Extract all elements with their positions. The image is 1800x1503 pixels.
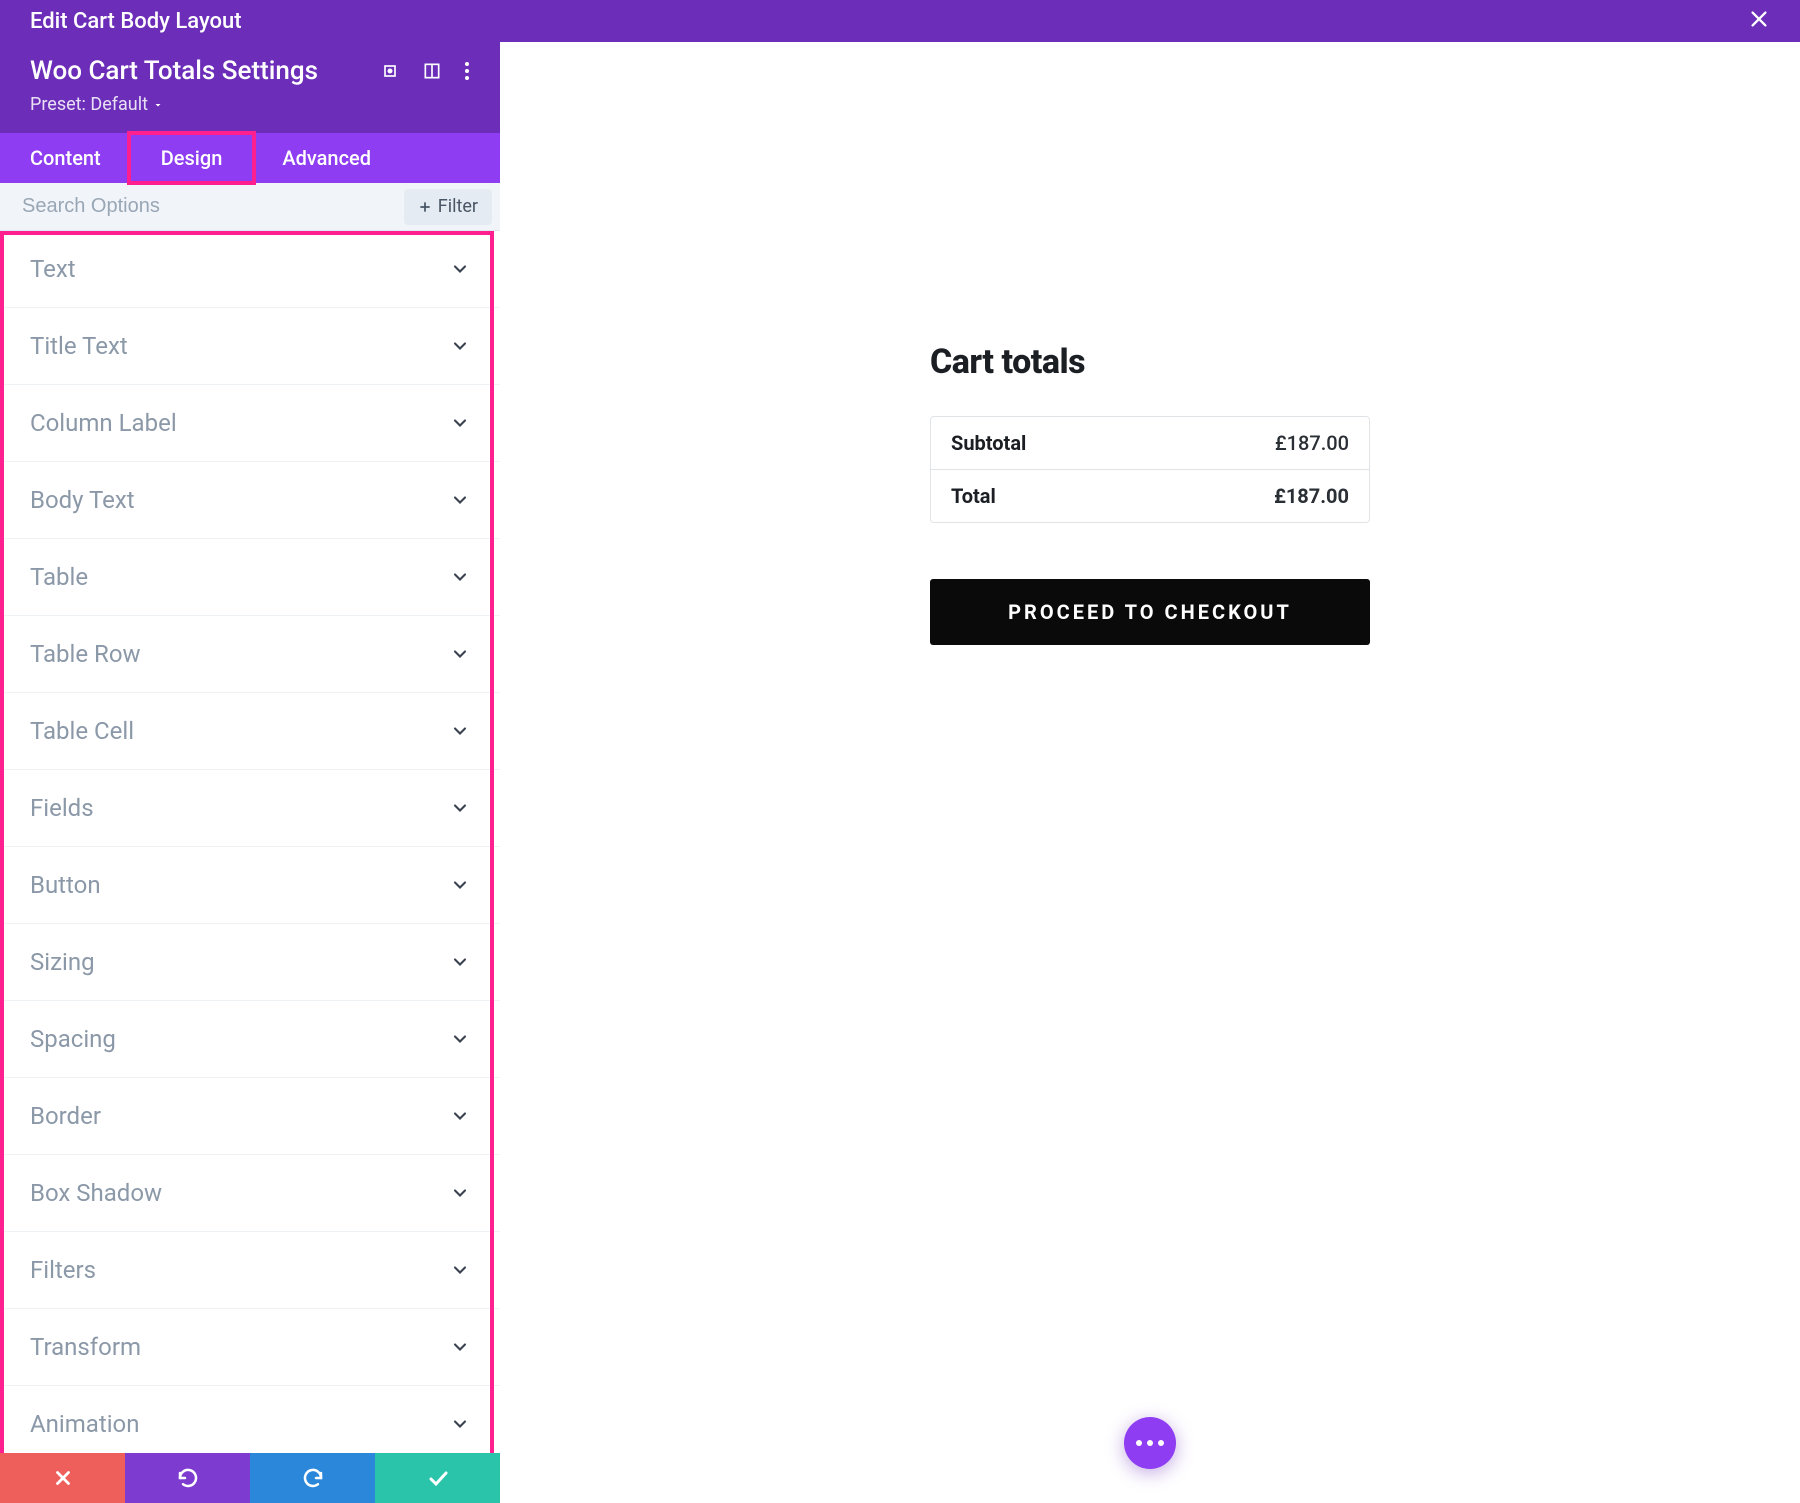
panel-toggle-icon[interactable] [422,61,442,81]
chevron-down-icon [450,644,470,664]
design-option-row[interactable]: Box Shadow [0,1155,500,1232]
design-option-row[interactable]: Fields [0,770,500,847]
plus-icon [418,200,432,214]
cart-total-value: £187.00 [1274,484,1349,508]
design-option-row[interactable]: Border [0,1078,500,1155]
cart-totals-table: Subtotal £187.00 Total £187.00 [930,416,1370,523]
cancel-button[interactable] [0,1453,125,1503]
search-input[interactable] [0,183,404,230]
design-option-label: Title Text [30,332,128,360]
close-icon[interactable] [1748,7,1770,35]
design-option-label: Table Cell [30,717,134,745]
design-option-label: Table Row [30,640,141,668]
chevron-down-icon [450,798,470,818]
redo-icon [301,1466,325,1490]
design-option-label: Box Shadow [30,1179,162,1207]
design-option-row[interactable]: Title Text [0,308,500,385]
more-icon[interactable] [464,61,470,81]
design-option-label: Filters [30,1256,96,1284]
chevron-down-icon [450,952,470,972]
check-icon [426,1466,450,1490]
design-option-label: Text [30,255,76,283]
chevron-down-icon [450,413,470,433]
design-option-label: Sizing [30,948,95,976]
chevron-down-icon [450,259,470,279]
tab-advanced[interactable]: Advanced [252,133,401,183]
proceed-to-checkout-button[interactable]: PROCEED TO CHECKOUT [930,579,1370,645]
design-option-row[interactable]: Transform [0,1309,500,1386]
cart-totals-title: Cart totals [930,342,1370,382]
design-option-label: Spacing [30,1025,116,1053]
save-button[interactable] [375,1453,500,1503]
design-option-label: Border [30,1102,101,1130]
redo-button[interactable] [250,1453,375,1503]
design-option-row[interactable]: Table [0,539,500,616]
design-option-label: Body Text [30,486,135,514]
preset-dropdown[interactable]: Preset: Default [30,94,470,115]
chevron-down-icon [450,1260,470,1280]
cart-totals-module: Cart totals Subtotal £187.00 Total £187.… [930,342,1370,1503]
settings-title: Woo Cart Totals Settings [30,56,380,86]
module-actions-fab[interactable] [1124,1417,1176,1469]
cart-total-label: Total [951,484,1274,508]
design-option-row[interactable]: Filters [0,1232,500,1309]
design-option-label: Animation [30,1410,139,1438]
cart-row-subtotal: Subtotal £187.00 [931,417,1369,469]
chevron-down-icon [450,1337,470,1357]
filter-label: Filter [438,196,478,217]
search-row: Filter [0,183,500,231]
chevron-down-icon [450,1183,470,1203]
design-option-row[interactable]: Button [0,847,500,924]
cart-subtotal-value: £187.00 [1275,431,1349,455]
chevron-down-icon [450,1414,470,1434]
design-option-row[interactable]: Animation [0,1386,500,1453]
tab-design[interactable]: Design [131,133,253,183]
design-option-row[interactable]: Sizing [0,924,500,1001]
chevron-down-icon [450,567,470,587]
topbar-title: Edit Cart Body Layout [30,9,242,34]
tabs: Content Design Advanced [0,133,500,183]
filter-button[interactable]: Filter [404,189,492,225]
chevron-down-icon [450,721,470,741]
undo-button[interactable] [125,1453,250,1503]
chevron-down-icon [450,1029,470,1049]
bottom-actions [0,1453,500,1503]
design-option-label: Fields [30,794,94,822]
cancel-icon [52,1467,74,1489]
preset-label: Preset: Default [30,94,148,115]
design-options-list: Text Title Text Column Label Body Text Table… [0,231,500,1453]
design-option-label: Button [30,871,101,899]
settings-header: Woo Cart Totals Settings Preset: Default [0,42,500,133]
settings-sidebar: Woo Cart Totals Settings Preset: Default [0,42,500,1503]
cart-subtotal-label: Subtotal [951,431,1275,455]
chevron-down-icon [450,875,470,895]
chevron-down-icon [450,1106,470,1126]
chevron-down-icon [450,336,470,356]
design-option-label: Column Label [30,409,177,437]
topbar: Edit Cart Body Layout [0,0,1800,42]
design-option-row[interactable]: Text [0,231,500,308]
chevron-down-icon [450,490,470,510]
ellipsis-icon [1136,1440,1164,1446]
design-option-row[interactable]: Spacing [0,1001,500,1078]
design-option-label: Table [30,563,88,591]
design-option-row[interactable]: Table Cell [0,693,500,770]
preview-canvas: Cart totals Subtotal £187.00 Total £187.… [500,42,1800,1503]
design-option-label: Transform [30,1333,141,1361]
design-option-row[interactable]: Table Row [0,616,500,693]
expand-icon[interactable] [380,61,400,81]
design-option-row[interactable]: Body Text [0,462,500,539]
cart-row-total: Total £187.00 [931,469,1369,522]
caret-down-icon [152,99,164,111]
design-option-row[interactable]: Column Label [0,385,500,462]
undo-icon [176,1466,200,1490]
tab-content[interactable]: Content [0,133,131,183]
